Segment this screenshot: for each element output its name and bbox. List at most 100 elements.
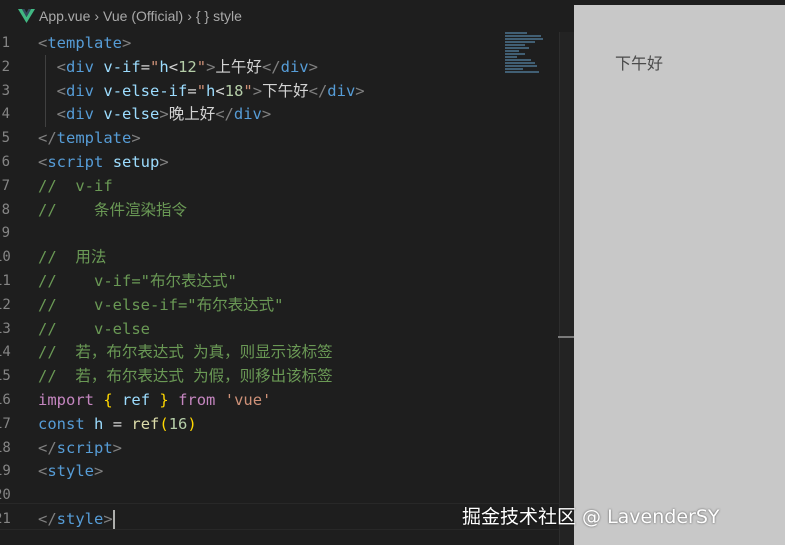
minimap[interactable] xyxy=(505,32,545,76)
code-token: h xyxy=(159,57,169,76)
code-token: </ xyxy=(38,129,57,148)
code-line[interactable]: 9 xyxy=(0,222,574,246)
code-token: v-if xyxy=(103,57,141,76)
code-token: > xyxy=(159,105,169,124)
line-content: // v-else xyxy=(38,318,150,342)
vue-logo-icon xyxy=(18,9,35,23)
code-line[interactable]: 15 // 若，布尔表达式 为假，则移出该标签 xyxy=(0,365,574,389)
code-line[interactable]: 12 // v-else-if="布尔表达式" xyxy=(0,294,574,318)
code-token: < xyxy=(38,34,48,52)
code-token: const xyxy=(38,414,85,433)
code-token: < xyxy=(168,57,179,76)
code-line[interactable]: 7 // v-if xyxy=(0,175,574,199)
code-token: ref xyxy=(122,390,151,409)
breadcrumb-symbol[interactable]: style xyxy=(213,8,242,24)
line-content: <script setup> xyxy=(38,151,169,175)
code-token: div xyxy=(280,57,309,76)
code-lines[interactable]: 1 <template> 2 <div v-if="h<12">上午好</div> 3… xyxy=(0,32,574,532)
code-token: template xyxy=(56,129,132,148)
code-token: 下午好 xyxy=(262,81,309,100)
code-line[interactable]: 8 // 条件渲染指令 xyxy=(0,199,574,223)
line-content: // 若，布尔表达式 为真，则显示该标签 xyxy=(38,341,333,365)
code-line[interactable]: 6 <script setup> xyxy=(0,151,574,175)
line-number: 8 xyxy=(1,201,10,218)
code-token: style xyxy=(56,509,104,528)
line-number: 17 xyxy=(0,415,11,432)
code-token: div xyxy=(327,81,356,100)
code-line[interactable]: 10 // 用法 xyxy=(0,246,574,270)
code-line[interactable]: 5 </template> xyxy=(0,127,574,151)
line-content: import { ref } from 'vue' xyxy=(38,389,271,413)
code-token: div xyxy=(66,105,95,124)
code-token: ) xyxy=(187,414,197,433)
line-content: const h = ref(16) xyxy=(38,413,197,437)
code-token: </ xyxy=(261,57,281,76)
code-line[interactable]: 11 // v-if="布尔表达式" xyxy=(0,270,574,294)
line-number: 18 xyxy=(0,439,11,456)
breadcrumb-language[interactable]: Vue (Official) xyxy=(103,8,183,24)
code-line[interactable]: 1 <template> xyxy=(0,32,574,56)
line-content: <div v-if="h<12">上午好</div> xyxy=(38,56,318,80)
line-number: 19 xyxy=(0,463,11,480)
code-token: ref xyxy=(131,414,160,433)
line-content: // v-else-if="布尔表达式" xyxy=(38,294,283,318)
code-token: > xyxy=(103,509,113,528)
vertical-scrollbar[interactable] xyxy=(559,32,574,545)
chevron-right-icon: › xyxy=(94,8,100,24)
code-token: div xyxy=(233,105,262,124)
line-content: // 用法 xyxy=(38,246,106,270)
line-content: // 若，布尔表达式 为假，则移出该标签 xyxy=(38,365,333,389)
line-content: <style> xyxy=(38,460,103,484)
code-line[interactable]: 13 // v-else xyxy=(0,318,574,342)
code-token: < xyxy=(38,152,48,171)
code-line[interactable]: 16 import { ref } from 'vue' xyxy=(0,389,574,413)
browser-preview: 下午好 xyxy=(574,5,785,545)
code-token: = xyxy=(140,57,151,76)
code-token: // v-if="布尔表达式" xyxy=(38,271,237,290)
code-token: from xyxy=(178,390,216,409)
code-token: template xyxy=(47,34,122,52)
line-number: 21 xyxy=(0,510,11,527)
code-token: > xyxy=(159,152,169,171)
code-line[interactable]: 3 <div v-else-if="h<18">下午好</div> xyxy=(0,80,574,104)
code-token: style xyxy=(47,462,95,481)
code-token: = xyxy=(187,81,197,100)
code-line[interactable]: 4 <div v-else>晚上好</div> xyxy=(0,103,574,127)
line-content: </template> xyxy=(38,127,141,151)
line-content: <template> xyxy=(38,32,131,56)
code-token: // 若，布尔表达式 为假，则移出该标签 xyxy=(38,367,333,386)
code-line[interactable]: 2 <div v-if="h<12">上午好</div> xyxy=(0,56,574,80)
code-token: </ xyxy=(38,438,57,457)
code-token: < xyxy=(215,81,225,100)
line-number: 1 xyxy=(1,35,10,51)
code-token: < xyxy=(56,81,67,100)
line-number: 7 xyxy=(1,177,10,194)
code-line[interactable]: 18 </script> xyxy=(0,437,574,461)
line-content: // v-if xyxy=(38,175,113,199)
code-token: </ xyxy=(38,509,57,528)
code-line[interactable]: 17 const h = ref(16) xyxy=(0,413,574,437)
breadcrumb: App.vue › Vue (Official) › { } style xyxy=(0,0,574,32)
code-token: > xyxy=(94,462,104,481)
line-number: 20 xyxy=(0,487,11,504)
line-content: </script> xyxy=(38,437,122,461)
code-token: </ xyxy=(215,105,234,124)
code-editor[interactable]: App.vue › Vue (Official) › { } style 1 <t… xyxy=(0,0,574,545)
code-line[interactable]: 19 <style> xyxy=(0,460,574,484)
code-token: div xyxy=(66,57,95,76)
breadcrumb-file[interactable]: App.vue xyxy=(39,8,90,24)
code-token: < xyxy=(56,105,67,124)
line-number: 13 xyxy=(0,320,11,337)
code-line[interactable]: 14 // 若，布尔表达式 为真，则显示该标签 xyxy=(0,341,574,365)
line-number: 3 xyxy=(1,82,10,99)
code-token: > xyxy=(122,34,132,52)
scrollbar-thumb[interactable] xyxy=(558,336,574,338)
line-number: 2 xyxy=(1,58,10,75)
code-token: ( xyxy=(159,414,169,433)
